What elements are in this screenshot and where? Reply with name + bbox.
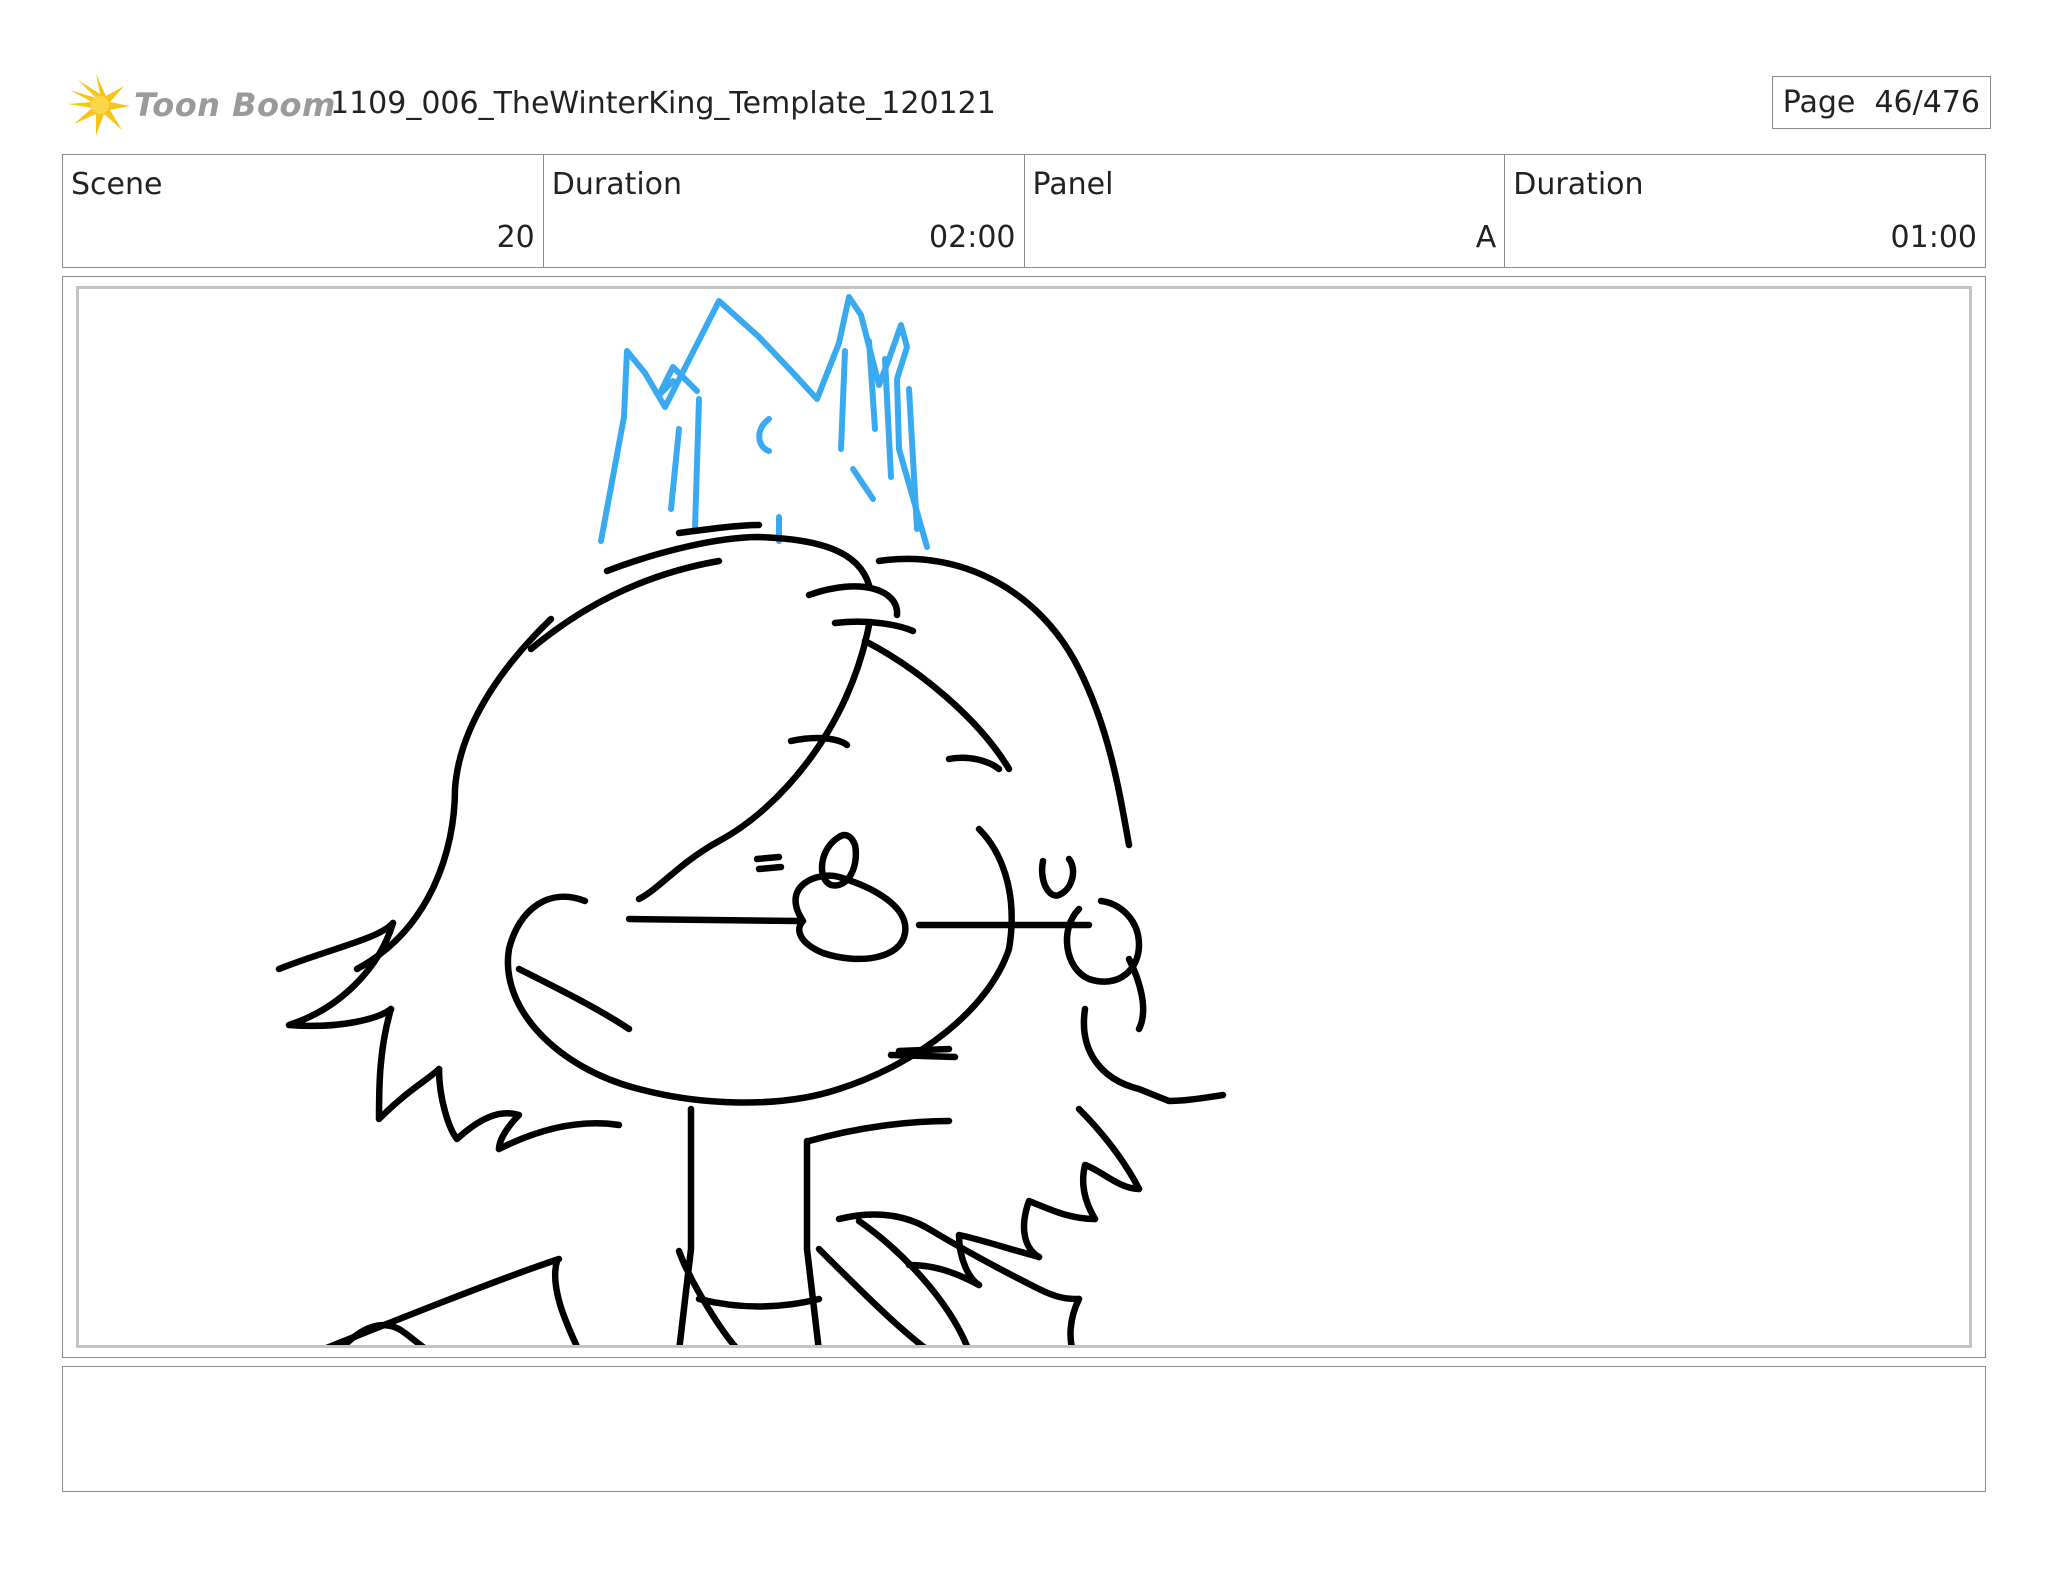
scene-label: Scene	[71, 167, 163, 202]
scene-cell: Scene 20	[63, 155, 544, 267]
page-indicator: Page 46/476	[1771, 76, 1991, 129]
panel-duration-label: Duration	[1513, 167, 1644, 202]
character-sketch	[275, 521, 1227, 1345]
scene-value: 20	[496, 220, 535, 255]
logo-text: Toon Boom	[134, 86, 336, 124]
panel-notes-area	[62, 1366, 1986, 1492]
star-burst-icon	[68, 74, 130, 136]
scene-duration-cell: Duration 02:00	[544, 155, 1025, 267]
storyboard-panel	[76, 286, 1972, 1348]
crown-sketch	[598, 294, 930, 550]
document-title: 1109_006_TheWinterKing_Template_120121	[330, 86, 996, 121]
panel-label: Panel	[1032, 167, 1114, 202]
scene-duration-value: 02:00	[929, 220, 1016, 255]
sketch-drawing	[275, 294, 1227, 1345]
toon-boom-logo: Toon Boom	[66, 70, 336, 140]
page-label: Page	[1782, 85, 1856, 120]
panel-value: A	[1475, 220, 1497, 255]
scene-duration-label: Duration	[551, 167, 683, 202]
page-number: 46/476	[1874, 85, 1980, 120]
panel-cell: Panel A	[1025, 155, 1506, 267]
storyboard-header: Toon Boom 1109_006_TheWinterKing_Templat…	[66, 70, 1991, 144]
scene-info-bar: Scene 20 Duration 02:00 Panel A Duration…	[62, 154, 1986, 268]
panel-duration-value: 01:00	[1890, 220, 1977, 255]
panel-duration-cell: Duration 01:00	[1505, 155, 1985, 267]
